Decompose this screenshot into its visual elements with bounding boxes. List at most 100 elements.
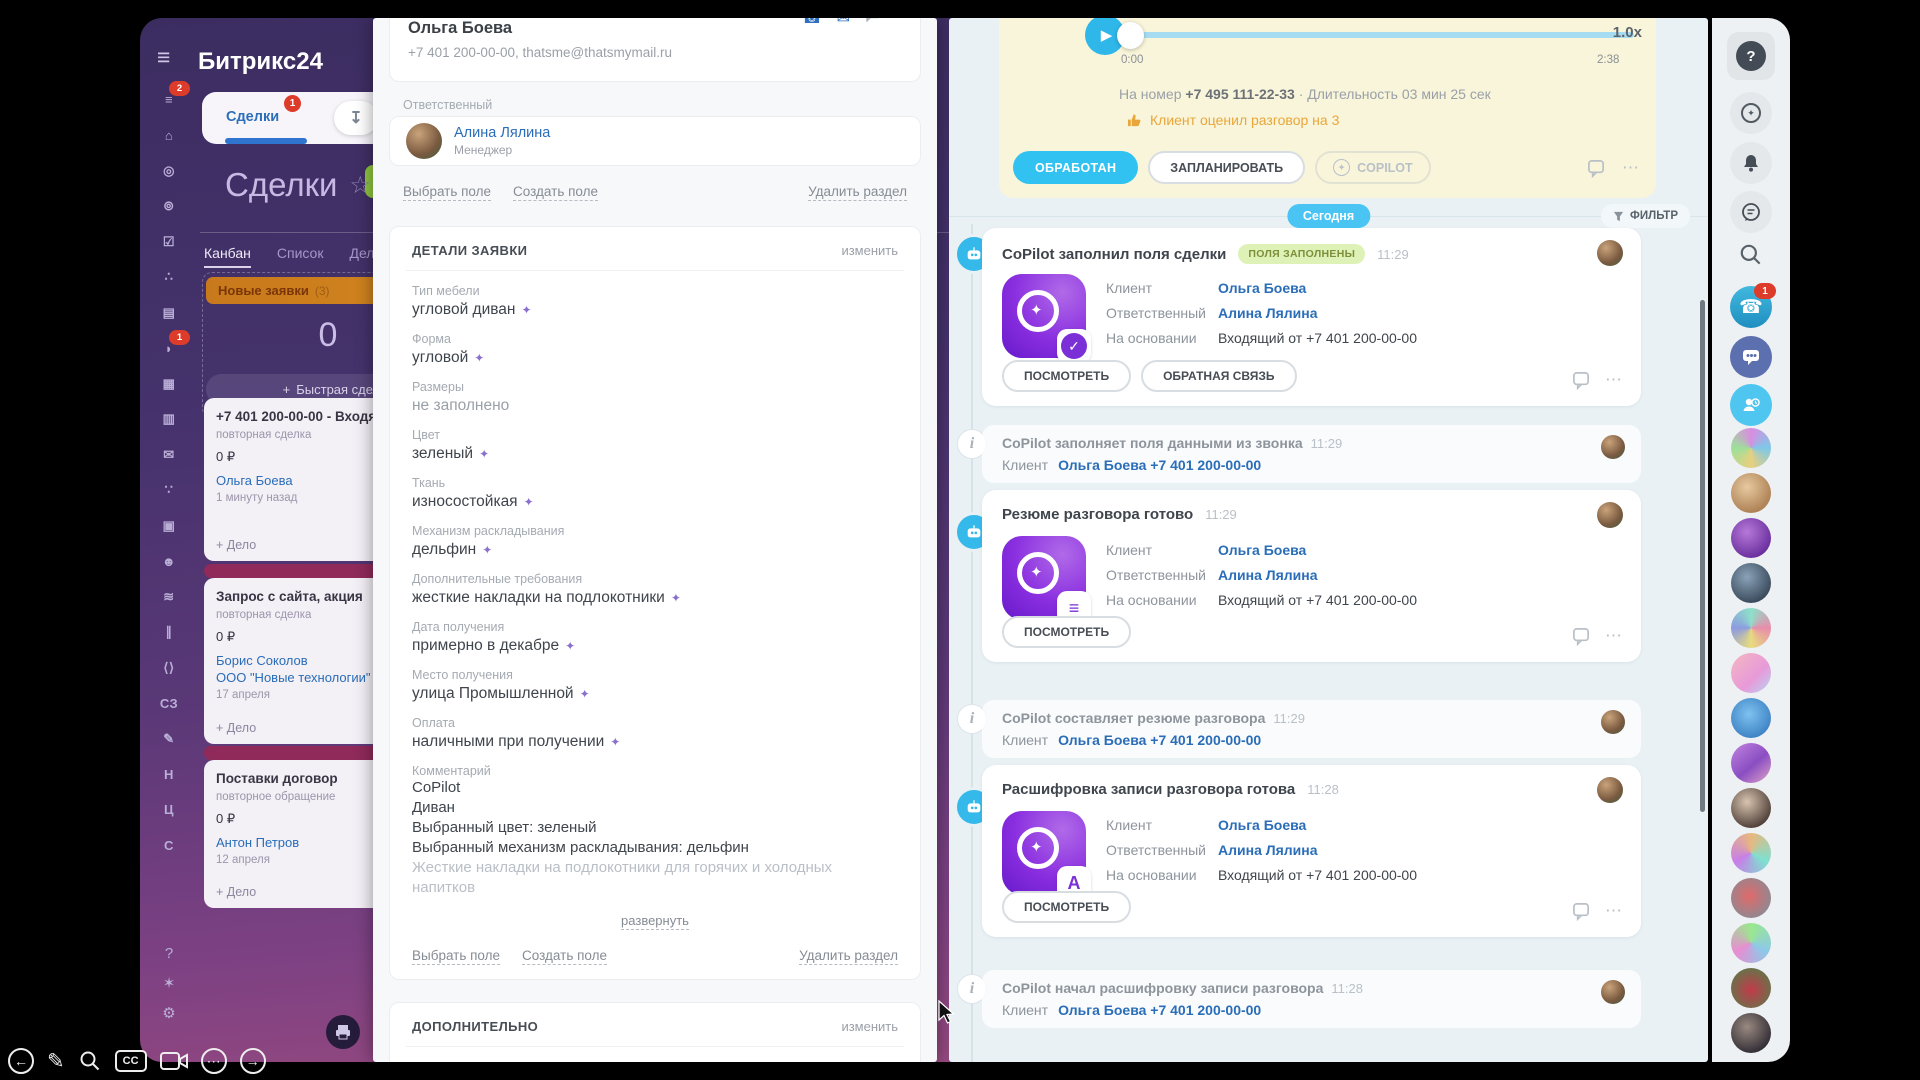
field-item[interactable]: Место получения улица Промышленной✦ bbox=[412, 668, 898, 703]
user-avatar[interactable] bbox=[1731, 743, 1771, 783]
field-item[interactable]: Механизм раскладывания дельфин✦ bbox=[412, 524, 898, 559]
user-avatar[interactable] bbox=[1731, 923, 1771, 963]
field-item[interactable]: Дата получения примерно в декабре✦ bbox=[412, 620, 898, 655]
comment-icon[interactable] bbox=[1572, 627, 1591, 646]
add-todo-link[interactable]: + Дело bbox=[216, 885, 256, 899]
filter-button[interactable]: ФИЛЬТР bbox=[1601, 204, 1690, 228]
star-icon[interactable]: ✶ bbox=[163, 974, 176, 992]
comment-field[interactable]: Комментарий CoPilot Диван Выбранный цвет… bbox=[412, 764, 898, 899]
n-icon[interactable]: Н bbox=[151, 757, 187, 793]
user-avatar[interactable] bbox=[1731, 698, 1771, 738]
field-item[interactable]: Цвет зеленый✦ bbox=[412, 428, 898, 463]
client-link[interactable]: Ольга Боева +7 401 200-00-00 bbox=[1058, 1002, 1261, 1018]
add-todo-link[interactable]: + Дело bbox=[216, 538, 256, 552]
edit-section-link[interactable]: изменить bbox=[841, 1019, 898, 1034]
responsible-link[interactable]: Алина Лялина bbox=[1218, 567, 1317, 583]
user-avatar[interactable] bbox=[1731, 608, 1771, 648]
pick-field-link[interactable]: Выбрать поле bbox=[403, 184, 491, 201]
help-icon[interactable]: ? bbox=[165, 945, 173, 962]
feed-icon[interactable]: ▤ bbox=[151, 295, 187, 331]
responsible-card[interactable]: Алина Лялина Менеджер bbox=[389, 116, 921, 166]
field-item[interactable]: Размеры не заполнено bbox=[412, 380, 898, 415]
filter-icon[interactable]: ≡ 2 bbox=[151, 82, 187, 118]
view-button[interactable]: ПОСМОТРЕТЬ bbox=[1002, 616, 1131, 648]
group-chat-button[interactable] bbox=[1730, 336, 1772, 378]
subtitles-icon[interactable]: CC bbox=[115, 1050, 147, 1072]
robot-icon[interactable]: ☻ bbox=[151, 544, 187, 580]
create-field-link[interactable]: Создать поле bbox=[513, 184, 598, 201]
create-field-link[interactable]: Создать поле bbox=[522, 948, 607, 965]
scrollbar[interactable] bbox=[1700, 300, 1705, 812]
responsible-name[interactable]: Алина Лялина bbox=[454, 125, 550, 141]
expand-link[interactable]: развернуть bbox=[621, 913, 689, 930]
settings-icon[interactable]: ⚙ bbox=[162, 1004, 175, 1022]
add-todo-link[interactable]: + Дело bbox=[216, 721, 256, 735]
search-button[interactable] bbox=[1738, 242, 1764, 273]
comment-icon[interactable] bbox=[1572, 371, 1591, 390]
playback-speed[interactable]: 1.0x bbox=[1613, 24, 1642, 41]
user-avatar[interactable] bbox=[1731, 833, 1771, 873]
field-item[interactable]: Оплата наличными при получении✦ bbox=[412, 716, 898, 751]
schedule-button[interactable]: ЗАПЛАНИРОВАТЬ bbox=[1148, 151, 1305, 184]
status-processed-button[interactable]: ОБРАБОТАН bbox=[1013, 151, 1138, 184]
forward-icon[interactable]: → bbox=[240, 1048, 266, 1074]
delete-section-link[interactable]: Удалить раздел bbox=[799, 948, 898, 965]
copilot-button[interactable]: ✦ COPILOT bbox=[1315, 151, 1431, 184]
feedback-button[interactable]: ОБРАТНАЯ СВЯЗЬ bbox=[1141, 360, 1296, 392]
chat-icon[interactable]: ◗ 1 bbox=[151, 331, 187, 367]
user-avatar[interactable] bbox=[1731, 473, 1771, 513]
field-item[interactable]: Тип мебели угловой диван✦ bbox=[412, 284, 898, 319]
view-button[interactable]: ПОСМОТРЕТЬ bbox=[1002, 360, 1131, 392]
automation-icon[interactable]: ∴ bbox=[151, 260, 187, 296]
export-button[interactable]: ↧ bbox=[334, 101, 378, 135]
copilot-rail-button[interactable]: ✦ bbox=[1730, 92, 1772, 134]
view-button[interactable]: ПОСМОТРЕТЬ bbox=[1002, 891, 1131, 923]
tasks-icon[interactable]: ☑ bbox=[151, 224, 187, 260]
user-avatar[interactable] bbox=[1731, 788, 1771, 828]
comment-icon[interactable] bbox=[1572, 902, 1591, 921]
developer-icon[interactable]: ⟨⟩ bbox=[151, 650, 187, 686]
user-avatar[interactable] bbox=[1731, 563, 1771, 603]
email-icon[interactable]: ✉ bbox=[837, 18, 850, 28]
user-avatar[interactable] bbox=[1731, 878, 1771, 918]
tab-deals[interactable]: Сделки bbox=[226, 109, 279, 125]
client-link[interactable]: Ольга Боева bbox=[1218, 280, 1306, 296]
shop-icon[interactable]: ⊚ bbox=[151, 189, 187, 225]
more-icon[interactable]: ⋯ bbox=[1605, 370, 1623, 390]
draw-icon[interactable]: ✎ bbox=[47, 1049, 65, 1074]
crm-icon[interactable]: ▥ bbox=[151, 402, 187, 438]
responsible-link[interactable]: Алина Лялина bbox=[1218, 305, 1317, 321]
more-icon[interactable]: ⋯ bbox=[201, 1048, 227, 1074]
favorite-star-icon[interactable]: ☆ bbox=[349, 171, 371, 200]
zoom-icon[interactable] bbox=[78, 1049, 102, 1073]
chat-icon[interactable] bbox=[864, 18, 880, 28]
mail-icon[interactable]: ✉ bbox=[151, 437, 187, 473]
responsible-link[interactable]: Алина Лялина bbox=[1218, 842, 1317, 858]
clients-icon[interactable]: ∵ bbox=[151, 473, 187, 509]
tab-kanban[interactable]: Канбан bbox=[204, 245, 251, 268]
marketing-icon[interactable]: ◎ bbox=[151, 153, 187, 189]
sign-icon[interactable]: ✎ bbox=[151, 721, 187, 757]
audio-track[interactable] bbox=[1129, 32, 1634, 38]
more-icon[interactable]: ⋯ bbox=[1605, 626, 1623, 646]
edit-section-link[interactable]: изменить bbox=[841, 243, 898, 258]
contact-name[interactable]: Ольга Боева bbox=[408, 19, 512, 38]
tab-list[interactable]: Список bbox=[277, 245, 324, 268]
presence-button[interactable] bbox=[1730, 384, 1772, 426]
contact-card-icon[interactable]: ▣ bbox=[151, 508, 187, 544]
delete-section-link[interactable]: Удалить раздел bbox=[808, 184, 907, 201]
audio-knob[interactable] bbox=[1117, 22, 1144, 49]
user-avatar[interactable] bbox=[1731, 653, 1771, 693]
client-link[interactable]: Ольга Боева bbox=[1218, 542, 1306, 558]
comment-icon[interactable] bbox=[1587, 159, 1606, 178]
user-avatar[interactable] bbox=[1731, 518, 1771, 558]
more-icon[interactable]: ⋯ bbox=[1622, 158, 1640, 178]
notifications-button[interactable] bbox=[1730, 142, 1772, 184]
sz-icon[interactable]: СЗ bbox=[151, 686, 187, 722]
storage-icon[interactable]: ≋ bbox=[151, 579, 187, 615]
s-icon[interactable]: С bbox=[151, 828, 187, 864]
client-link[interactable]: Ольга Боева +7 401 200-00-00 bbox=[1058, 732, 1261, 748]
metrics-icon[interactable]: ∥ bbox=[151, 615, 187, 651]
more-icon[interactable]: ⋯ bbox=[1605, 901, 1623, 921]
user-avatar[interactable] bbox=[1731, 968, 1771, 1008]
